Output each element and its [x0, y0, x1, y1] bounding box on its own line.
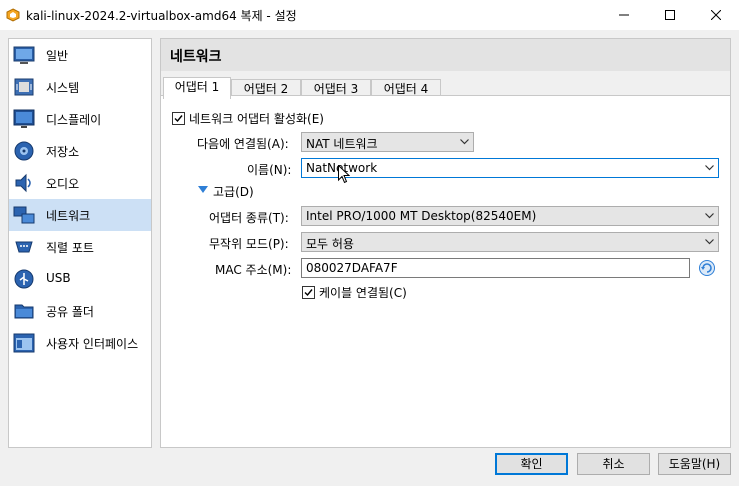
virtualbox-app-icon	[6, 8, 20, 22]
minimize-icon	[619, 14, 629, 16]
mac-address-input[interactable]: 080027DAFA7F	[301, 258, 690, 278]
sidebar-item-label: 저장소	[46, 145, 80, 159]
mouse-cursor-icon	[338, 165, 350, 184]
sidebar-item-shared-folders[interactable]: 공유 폴더	[9, 295, 151, 327]
checkmark-icon	[174, 115, 183, 123]
sidebar-item-usb[interactable]: USB	[9, 263, 151, 295]
adapter-tab-content: 네트워크 어댑터 활성화(E) 다음에 연결됨(A): NAT 네트워크 이름(…	[161, 95, 730, 447]
cancel-button[interactable]: 취소	[577, 453, 650, 475]
usb-icon	[14, 269, 34, 289]
chevron-down-icon	[705, 213, 714, 219]
ui-window-icon	[13, 333, 35, 353]
sidebar-item-system[interactable]: 시스템	[9, 71, 151, 103]
sidebar-item-label: 네트워크	[46, 209, 91, 223]
panel-header: 네트워크	[161, 39, 730, 71]
sidebar-item-network[interactable]: 네트워크	[9, 199, 151, 231]
attached-to-select[interactable]: NAT 네트워크	[301, 132, 474, 152]
close-icon	[711, 10, 721, 20]
refresh-mac-icon[interactable]	[698, 259, 716, 277]
tab-adapter-1[interactable]: 어댑터 1	[163, 77, 231, 99]
name-label: 이름(N):	[247, 163, 292, 177]
sidebar-item-label: 공유 폴더	[46, 305, 94, 319]
expand-triangle-icon[interactable]	[198, 186, 208, 194]
title-bar: kali-linux-2024.2-virtualbox-amd64 복제 - …	[0, 0, 739, 30]
sidebar-item-user-interface[interactable]: 사용자 인터페이스	[9, 327, 151, 359]
chevron-down-icon	[705, 239, 714, 245]
name-combobox[interactable]: NatNetwork	[301, 158, 719, 178]
sidebar-item-storage[interactable]: 저장소	[9, 135, 151, 167]
sidebar-item-label: 디스플레이	[46, 113, 102, 127]
disk-icon	[14, 141, 34, 161]
checkmark-icon	[304, 289, 313, 297]
sidebar-item-label: 직렬 포트	[46, 241, 94, 255]
sidebar-item-serial-port[interactable]: 직렬 포트	[9, 231, 151, 263]
speaker-icon	[15, 173, 31, 193]
general-icon	[13, 46, 35, 64]
sidebar-item-audio[interactable]: 오디오	[9, 167, 151, 199]
enable-adapter-label: 네트워크 어댑터 활성화(E)	[189, 112, 324, 126]
promiscuous-mode-label: 무작위 모드(P):	[209, 237, 289, 251]
promiscuous-mode-value: 모두 허용	[306, 237, 354, 251]
window-title: kali-linux-2024.2-virtualbox-amd64 복제 - …	[26, 9, 297, 23]
maximize-button[interactable]	[647, 0, 693, 30]
settings-sidebar: 일반 시스템 디스플레이 저장소 오디오 네트워크 직렬 포트 USB 공유 폴…	[8, 38, 152, 448]
sidebar-item-display[interactable]: 디스플레이	[9, 103, 151, 135]
enable-adapter-checkbox[interactable]	[172, 112, 185, 125]
attached-to-label: 다음에 연결됨(A):	[197, 137, 289, 151]
folder-icon	[14, 304, 34, 319]
maximize-icon	[665, 10, 675, 20]
page-title: 네트워크	[170, 49, 222, 65]
sidebar-item-general[interactable]: 일반	[9, 39, 151, 71]
sidebar-item-label: 시스템	[46, 81, 80, 95]
serial-port-icon	[15, 241, 33, 253]
attached-to-value: NAT 네트워크	[306, 137, 378, 151]
help-button[interactable]: 도움말(H)	[658, 453, 731, 475]
adapter-type-select[interactable]: Intel PRO/1000 MT Desktop(82540EM)	[301, 206, 719, 226]
mac-address-value: 080027DAFA7F	[306, 261, 398, 275]
cable-connected-label: 케이블 연결됨(C)	[319, 286, 407, 300]
settings-panel: 네트워크 어댑터 1 어댑터 2 어댑터 3 어댑터 4 네트워크 어댑터 활성…	[160, 38, 731, 448]
chevron-down-icon	[460, 139, 469, 145]
sidebar-item-label: 일반	[46, 49, 69, 63]
adapter-type-value: Intel PRO/1000 MT Desktop(82540EM)	[306, 209, 537, 223]
sidebar-item-label: 사용자 인터페이스	[46, 337, 139, 351]
ok-button[interactable]: 확인	[495, 453, 568, 475]
close-button[interactable]	[693, 0, 739, 30]
chevron-down-icon	[705, 165, 714, 171]
promiscuous-mode-select[interactable]: 모두 허용	[301, 232, 719, 252]
sidebar-item-label: USB	[46, 271, 71, 285]
monitor-icon	[13, 109, 35, 128]
cable-connected-checkbox[interactable]	[302, 286, 315, 299]
sidebar-item-label: 오디오	[46, 177, 80, 191]
advanced-toggle[interactable]: 고급(D)	[213, 183, 254, 200]
minimize-button[interactable]	[601, 0, 647, 30]
adapter-type-label: 어댑터 종류(T):	[209, 211, 289, 225]
network-icon	[13, 206, 35, 224]
system-chip-icon	[14, 78, 34, 96]
mac-address-label: MAC 주소(M):	[215, 263, 292, 277]
